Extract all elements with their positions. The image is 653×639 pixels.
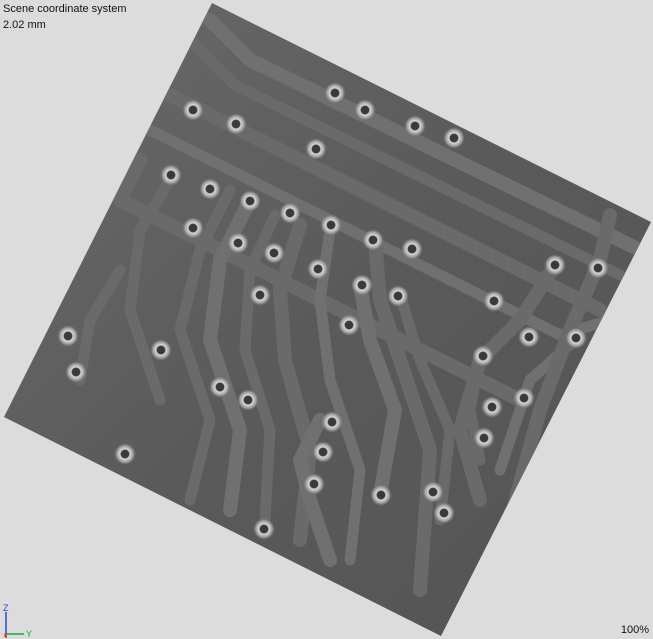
via-hole <box>303 473 325 495</box>
via-hole <box>422 481 444 503</box>
via-hole <box>351 274 373 296</box>
via-hole <box>307 258 329 280</box>
via-hole <box>239 190 261 212</box>
via-hole <box>150 339 172 361</box>
coordinate-system-label: Scene coordinate system <box>3 3 127 15</box>
via-hole <box>404 115 426 137</box>
via-hole <box>305 138 327 160</box>
via-hole <box>263 242 285 264</box>
z-axis-label: Z <box>3 603 9 613</box>
via-hole <box>513 387 535 409</box>
via-hole <box>401 238 423 260</box>
via-hole <box>587 257 609 279</box>
via-hole <box>321 411 343 433</box>
y-axis-label: Y <box>26 629 32 639</box>
via-hole <box>249 284 271 306</box>
via-hole <box>544 254 566 276</box>
via-hole <box>354 99 376 121</box>
via-hole <box>227 232 249 254</box>
via-hole <box>565 327 587 349</box>
via-hole <box>387 285 409 307</box>
via-hole <box>362 229 384 251</box>
zoom-level-label: 100% <box>620 624 649 636</box>
via-hole <box>370 484 392 506</box>
axis-triad-icon: × Z Y <box>3 603 32 639</box>
via-hole <box>209 376 231 398</box>
via-hole <box>312 441 334 463</box>
via-hole <box>481 396 503 418</box>
circuit-board-scan[interactable] <box>0 0 653 639</box>
scale-label: 2.02 mm <box>3 19 46 31</box>
via-hole <box>433 502 455 524</box>
via-hole <box>472 345 494 367</box>
via-hole <box>473 427 495 449</box>
via-hole <box>279 202 301 224</box>
via-hole <box>199 178 221 200</box>
via-hole <box>237 389 259 411</box>
via-hole <box>518 326 540 348</box>
3d-viewport[interactable]: Scene coordinate system 2.02 mm 100% × Z… <box>0 0 653 639</box>
via-hole <box>320 214 342 236</box>
via-hole <box>253 518 275 540</box>
via-hole <box>443 127 465 149</box>
via-hole <box>338 314 360 336</box>
via-hole <box>182 99 204 121</box>
via-hole <box>324 82 346 104</box>
via-hole <box>114 443 136 465</box>
via-hole <box>225 113 247 135</box>
via-hole <box>182 217 204 239</box>
via-hole <box>57 325 79 347</box>
via-hole <box>160 164 182 186</box>
via-hole <box>483 290 505 312</box>
via-hole <box>65 361 87 383</box>
